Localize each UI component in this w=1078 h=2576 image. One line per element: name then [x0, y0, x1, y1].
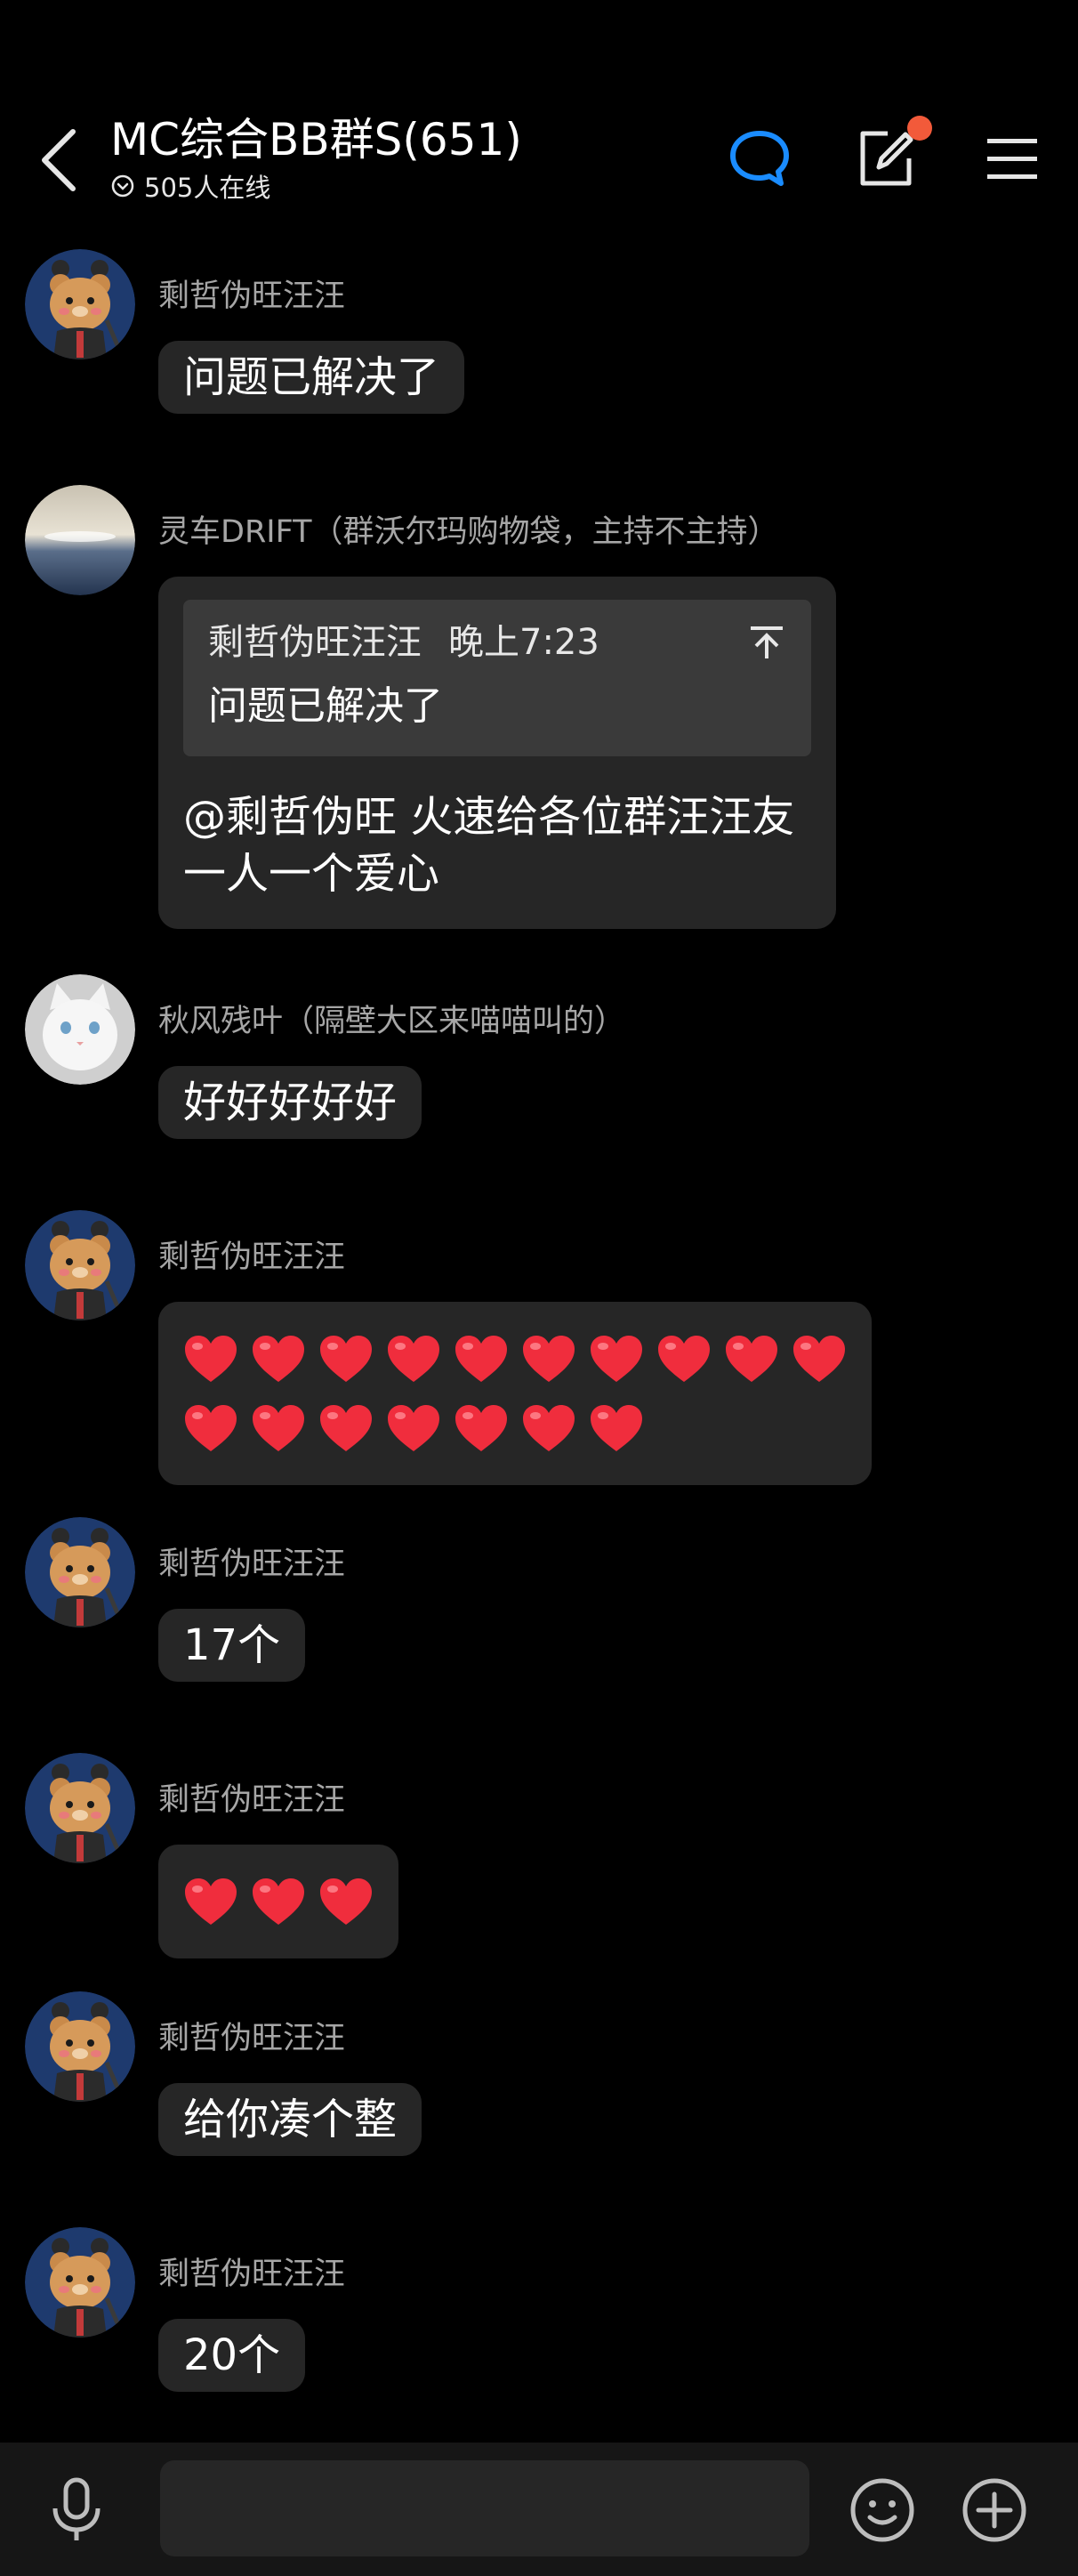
- avatar[interactable]: [25, 249, 135, 359]
- message-text: @剩哲伪旺 火速给各位群汪汪友一人一个爱心: [183, 792, 795, 899]
- back-icon[interactable]: [34, 125, 84, 196]
- message-text: 好好好好好: [183, 1078, 398, 1127]
- message-bubble[interactable]: 剩哲伪旺汪汪 晚上7:23 问题已解决了 @剩哲伪旺 火速给各位群汪汪友一人一个…: [158, 577, 836, 929]
- chat-header: MC综合BB群S(651) 505人在线: [0, 0, 1078, 231]
- sender-name: 剩哲伪旺汪汪: [158, 2021, 346, 2056]
- message-text: 17个: [183, 1620, 281, 1670]
- online-count: 505人在线: [144, 173, 271, 203]
- check-circle-icon: [111, 174, 134, 198]
- sender-name: 剩哲伪旺汪汪: [158, 1240, 346, 1275]
- message-text: 给你凑个整: [183, 2095, 398, 2144]
- input-bar: [0, 2443, 1078, 2576]
- message-bubble[interactable]: 给你凑个整: [158, 2083, 422, 2156]
- microphone-icon[interactable]: [46, 2476, 107, 2544]
- message-input[interactable]: [160, 2460, 809, 2556]
- emoji-icon[interactable]: [849, 2476, 916, 2544]
- heart-emoji: [318, 1403, 374, 1453]
- heart-emoji: [251, 1403, 306, 1453]
- heart-emoji: [318, 1334, 374, 1384]
- avatar[interactable]: [25, 1210, 135, 1320]
- heart-emoji: [386, 1334, 441, 1384]
- menu-icon[interactable]: [984, 132, 1041, 185]
- heart-emoji: [656, 1334, 712, 1384]
- heart-emoji: [724, 1334, 779, 1384]
- message-list[interactable]: 剩哲伪旺汪汪 问题已解决了 灵车DRIFT（群沃尔玛购物袋，主持不主持） 剩哲伪…: [0, 231, 1078, 2438]
- heart-emoji: [454, 1403, 509, 1453]
- heart-emoji: [521, 1334, 576, 1384]
- avatar[interactable]: [25, 2227, 135, 2338]
- quote-time: 晚上7:23: [448, 622, 599, 663]
- group-title[interactable]: MC综合BB群S(651): [110, 109, 522, 171]
- message-text: 20个: [183, 2330, 281, 2380]
- sender-name: 剩哲伪旺汪汪: [158, 2257, 346, 2292]
- heart-emoji: [521, 1403, 576, 1453]
- heart-emoji: [589, 1403, 644, 1453]
- message-bubble[interactable]: [158, 1302, 872, 1485]
- heart-emoji: [251, 1877, 306, 1926]
- heart-emoji: [386, 1403, 441, 1453]
- message-bubble[interactable]: 20个: [158, 2319, 306, 2392]
- heart-emoji: [792, 1334, 847, 1384]
- sender-name: 灵车DRIFT（群沃尔玛购物袋，主持不主持）: [158, 514, 779, 550]
- message-text: 问题已解决了: [183, 352, 440, 402]
- quoted-message[interactable]: 剩哲伪旺汪汪 晚上7:23 问题已解决了: [183, 600, 811, 756]
- plus-icon[interactable]: [961, 2476, 1028, 2544]
- message-bubble[interactable]: 问题已解决了: [158, 341, 465, 414]
- chat-bubble-icon[interactable]: [728, 126, 792, 190]
- message-bubble[interactable]: 好好好好好: [158, 1066, 422, 1139]
- online-status: 505人在线: [110, 167, 270, 205]
- heart-emoji: [251, 1334, 306, 1384]
- avatar[interactable]: [25, 974, 135, 1085]
- quote-text: 问题已解决了: [208, 683, 443, 729]
- sender-name: 剩哲伪旺汪汪: [158, 1546, 346, 1582]
- sender-name: 剩哲伪旺汪汪: [158, 1782, 346, 1818]
- heart-emoji: [318, 1877, 374, 1926]
- avatar[interactable]: [25, 1517, 135, 1627]
- heart-emoji-row: [158, 1845, 398, 1958]
- jump-to-original-icon[interactable]: [747, 623, 786, 662]
- heart-emoji: [183, 1403, 238, 1453]
- quote-sender: 剩哲伪旺汪汪: [208, 622, 422, 663]
- avatar[interactable]: [25, 1753, 135, 1863]
- sender-name: 剩哲伪旺汪汪: [158, 279, 346, 314]
- notification-dot: [907, 116, 932, 141]
- sender-name: 秋风残叶（隔壁大区来喵喵叫的）: [158, 1004, 626, 1039]
- avatar[interactable]: [25, 1991, 135, 2102]
- heart-emoji: [589, 1334, 644, 1384]
- heart-emoji: [454, 1334, 509, 1384]
- heart-emoji: [183, 1877, 238, 1926]
- heart-emoji-row: [158, 1302, 872, 1485]
- heart-emoji: [183, 1334, 238, 1384]
- avatar[interactable]: [25, 485, 135, 595]
- message-bubble[interactable]: 17个: [158, 1609, 306, 1682]
- message-bubble[interactable]: [158, 1845, 398, 1958]
